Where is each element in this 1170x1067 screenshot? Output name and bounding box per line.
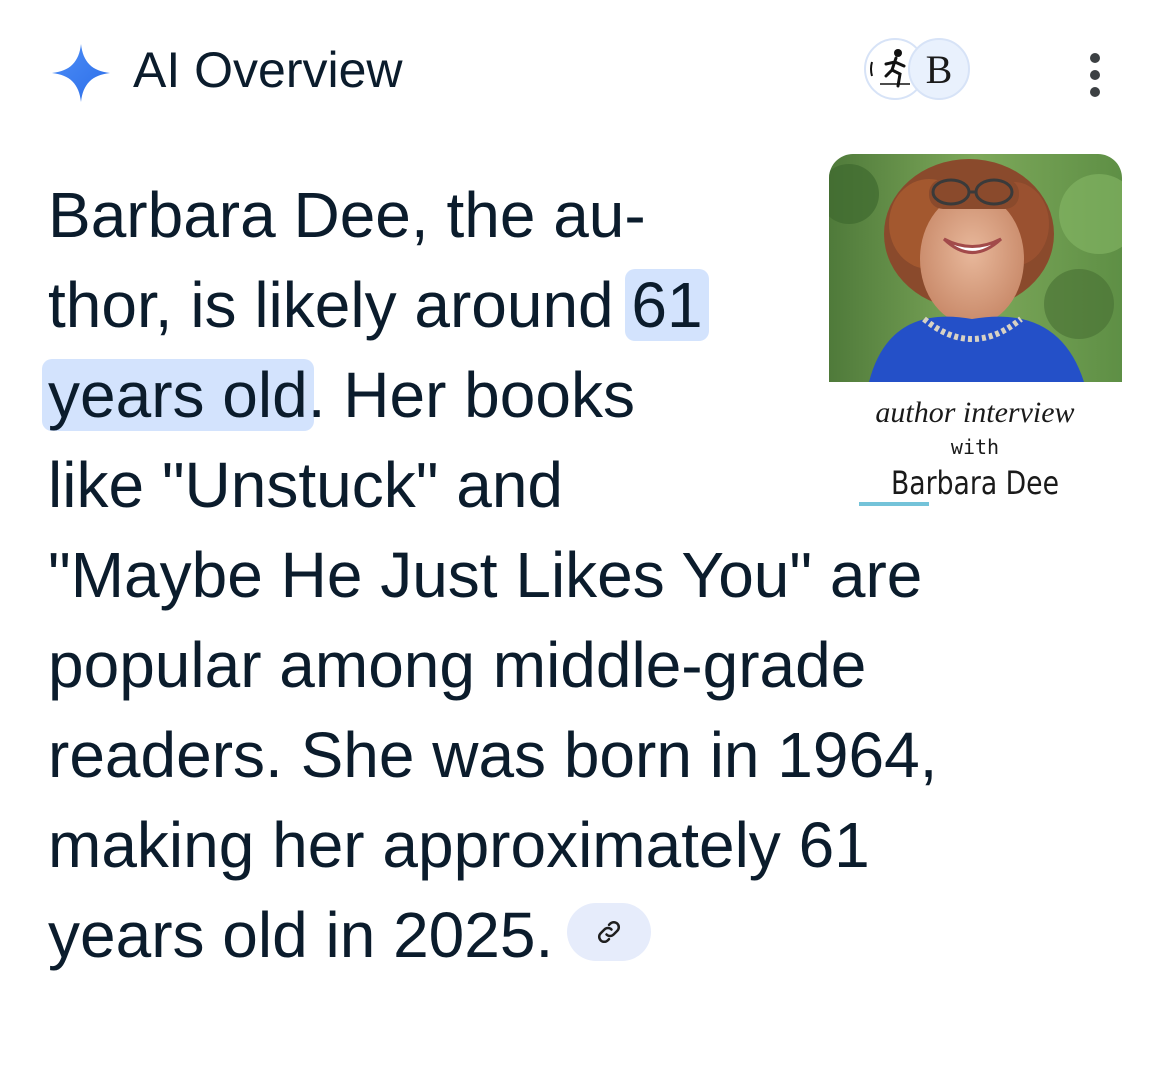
more-vert-icon [1090,53,1100,63]
answer-text: popular among middle-grade [48,629,867,701]
more-vert-icon-dot [1090,70,1100,80]
answer-line: Barbara Dee, the au- [48,170,1128,260]
ai-overview-header: AI Overview B [0,0,1170,140]
answer-line: readers. She was born in 1964, [48,710,1128,800]
answer-text: . Her books [307,359,635,431]
highlighted-answer: years old [42,359,314,431]
answer-text: "Maybe He Just Likes You" are [48,539,923,611]
answer-line: making her approximately 61 [48,800,1128,890]
answer-text: years old in 2025. [48,899,554,971]
overview-answer-text: Barbara Dee, the au- thor, is likely aro… [42,170,1128,980]
answer-line: "Maybe He Just Likes You" are [48,530,1128,620]
answer-text: readers. She was born in 1964, [48,719,938,791]
answer-line: thor, is likely around 61 [48,260,1128,350]
answer-line: years old. Her books [42,350,1128,440]
answer-text: thor, is likely around [48,269,632,341]
answer-text: Barbara Dee, the au- [48,179,646,251]
answer-line: years old in 2025. [48,890,1128,980]
answer-line: like "Unstuck" and [48,440,1128,530]
highlighted-answer: 61 [625,269,709,341]
answer-text: like "Unstuck" and [48,449,563,521]
source-letter-avatar[interactable]: B [908,38,970,100]
overview-title: AI Overview [133,42,403,98]
more-vert-icon-dot [1090,87,1100,97]
more-options-button[interactable] [1072,48,1118,102]
answer-text: making her approximately 61 [48,809,870,881]
link-icon [598,921,621,944]
source-link-button[interactable] [567,903,652,962]
answer-line: popular among middle-grade [48,620,1128,710]
sparkle-icon [52,44,110,102]
source-avatars[interactable]: B [864,38,974,104]
